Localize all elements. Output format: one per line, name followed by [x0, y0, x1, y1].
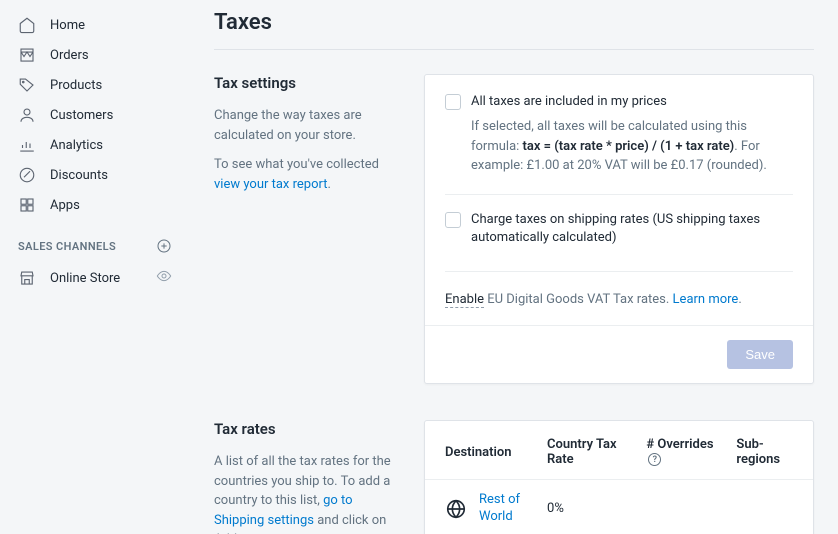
nav-label: Products: [50, 78, 102, 93]
checkbox-input[interactable]: [445, 94, 461, 110]
tax-rates-section: Tax rates A list of all the tax rates fo…: [214, 420, 814, 534]
person-icon: [18, 106, 36, 124]
section-desc: A list of all the tax rates for the coun…: [214, 452, 404, 534]
formula: tax = (tax rate * price) / (1 + tax rate…: [523, 139, 735, 154]
main-content: Taxes Tax settings Change the way taxes …: [190, 0, 838, 534]
info-icon[interactable]: ?: [648, 453, 661, 466]
sidebar: Home Orders Products Customers Analytics…: [0, 0, 190, 534]
discount-icon: [18, 166, 36, 184]
checkbox-input[interactable]: [445, 212, 461, 228]
rates-card: Destination Country Tax Rate # Overrides…: [424, 420, 814, 534]
checkbox-included: All taxes are included in my prices: [445, 93, 793, 111]
tax-report-link[interactable]: view your tax report: [214, 177, 327, 192]
analytics-icon: [18, 136, 36, 154]
nav-label: Customers: [50, 108, 113, 123]
overrides-cell: [636, 480, 726, 534]
section-desc2: To see what you've collected view your t…: [214, 155, 404, 194]
section-desc: Change the way taxes are calculated on y…: [214, 106, 404, 145]
col-destination: Destination: [425, 421, 537, 480]
col-rate: Country Tax Rate: [537, 421, 636, 480]
eye-icon[interactable]: [156, 268, 172, 288]
section-intro: Tax settings Change the way taxes are ca…: [214, 74, 404, 384]
rate-cell: 0%: [537, 480, 636, 534]
eu-vat-row: Enable EU Digital Goods VAT Tax rates. L…: [445, 288, 793, 307]
table-row[interactable]: Rest of World 0%: [425, 480, 813, 534]
nav-label: Discounts: [50, 168, 108, 183]
eu-text: EU Digital Goods VAT Tax rates.: [484, 292, 673, 307]
channel-online-store[interactable]: Online Store: [0, 262, 190, 294]
desc-pre: A list of all the tax rates for the coun…: [214, 454, 391, 508]
nav-orders[interactable]: Orders: [0, 40, 190, 70]
nav-label: Apps: [50, 198, 80, 213]
section-heading: Tax settings: [214, 74, 404, 92]
section-intro: Tax rates A list of all the tax rates fo…: [214, 420, 404, 534]
tag-icon: [18, 76, 36, 94]
col-overrides: # Overrides ?: [636, 421, 726, 480]
page-title: Taxes: [214, 10, 814, 50]
rates-table: Destination Country Tax Rate # Overrides…: [425, 421, 813, 534]
save-button[interactable]: Save: [727, 340, 793, 369]
col-subregions: Sub-regions: [726, 421, 813, 480]
checkbox-shipping: Charge taxes on shipping rates (US shipp…: [445, 211, 793, 247]
nav-discounts[interactable]: Discounts: [0, 160, 190, 190]
orders-icon: [18, 46, 36, 64]
section-title: SALES CHANNELS: [18, 240, 116, 253]
subregions-cell: [726, 480, 813, 534]
apps-icon: [18, 196, 36, 214]
section-heading: Tax rates: [214, 420, 404, 438]
globe-icon: [445, 501, 467, 517]
dest-link[interactable]: Rest of World: [479, 492, 527, 526]
nav-apps[interactable]: Apps: [0, 190, 190, 220]
checkbox-label: Charge taxes on shipping rates (US shipp…: [471, 211, 793, 247]
sales-channels-header: SALES CHANNELS: [0, 220, 190, 262]
settings-card: All taxes are included in my prices If s…: [424, 74, 814, 384]
nav-label: Online Store: [50, 271, 120, 286]
divider: [445, 194, 793, 195]
nav-analytics[interactable]: Analytics: [0, 130, 190, 160]
col-overrides-label: # Overrides: [646, 437, 713, 452]
desc-text: To see what you've collected: [214, 157, 379, 172]
checkbox-label: All taxes are included in my prices: [471, 93, 667, 111]
add-channel-icon[interactable]: [156, 238, 172, 254]
enable-link[interactable]: Enable: [445, 292, 484, 308]
nav-label: Orders: [50, 48, 89, 63]
divider: [445, 271, 793, 272]
nav-customers[interactable]: Customers: [0, 100, 190, 130]
store-icon: [18, 269, 36, 287]
card-footer: Save: [425, 325, 813, 383]
home-icon: [18, 16, 36, 34]
nav-products[interactable]: Products: [0, 70, 190, 100]
nav-home[interactable]: Home: [0, 10, 190, 40]
nav-label: Analytics: [50, 138, 103, 153]
tax-settings-section: Tax settings Change the way taxes are ca…: [214, 74, 814, 384]
learn-more-link[interactable]: Learn more: [673, 292, 739, 307]
nav-label: Home: [50, 18, 85, 33]
help-text: If selected, all taxes will be calculate…: [471, 117, 793, 176]
